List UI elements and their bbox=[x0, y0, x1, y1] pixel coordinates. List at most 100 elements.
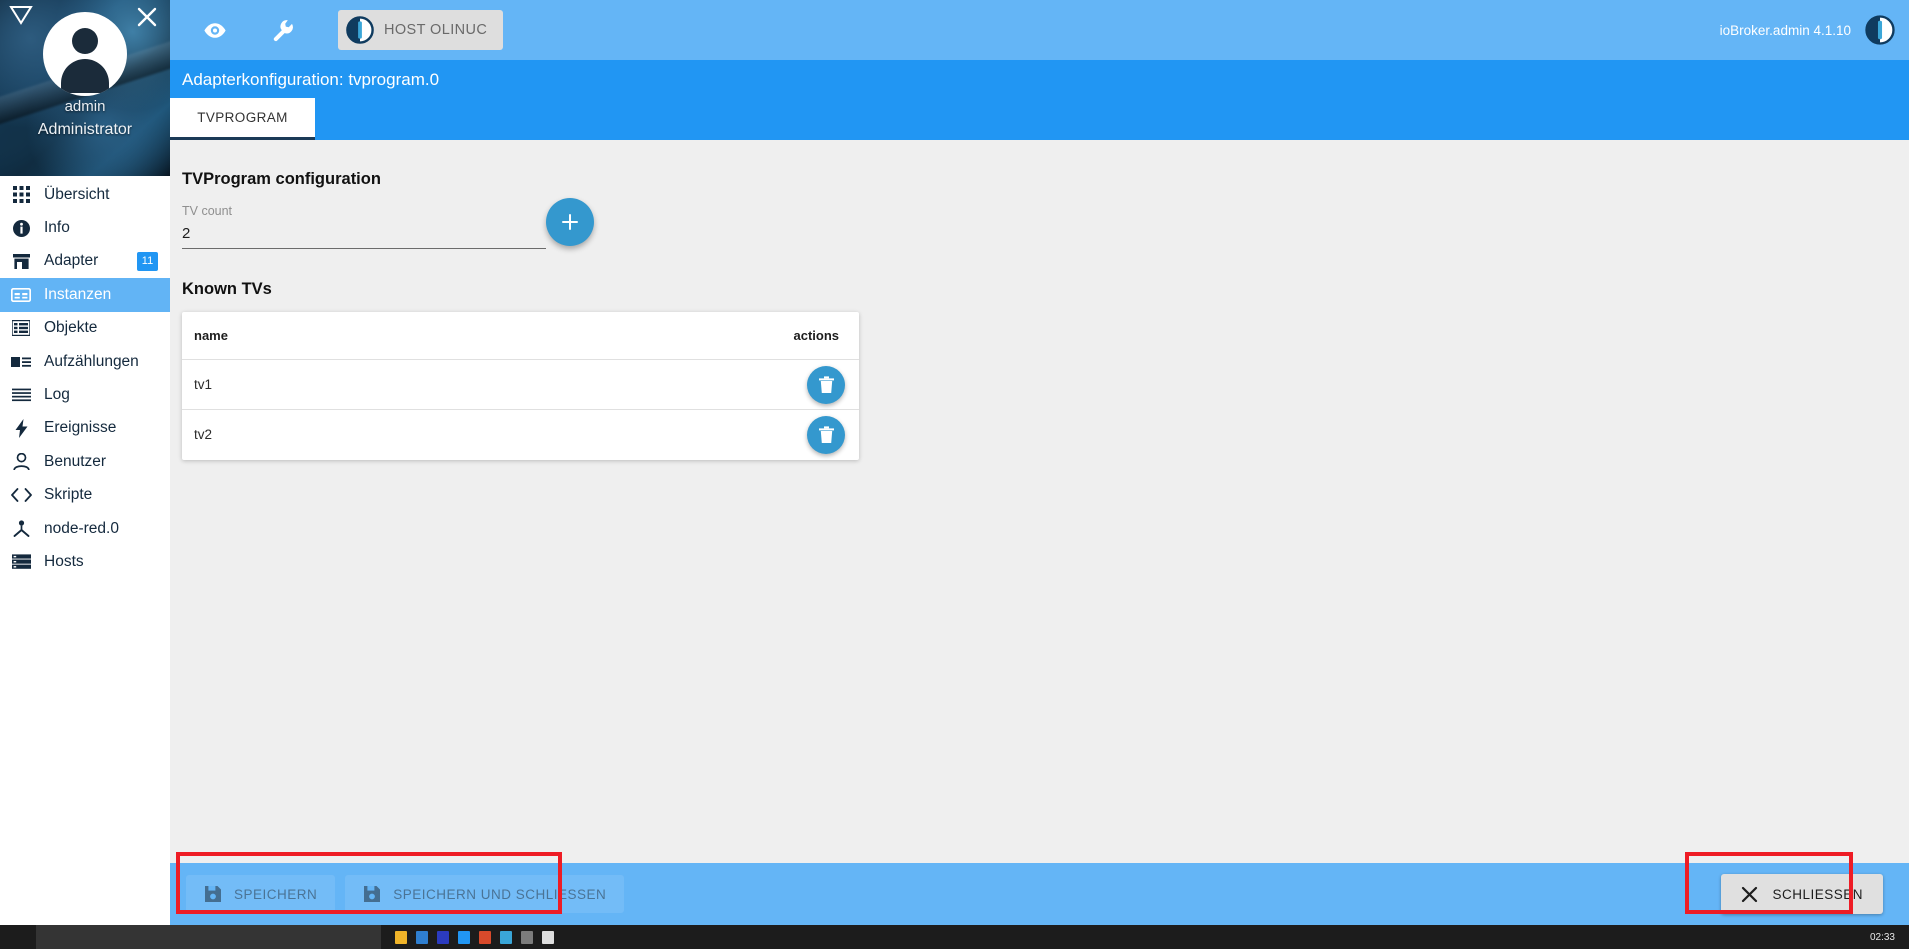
sidebar-item-skripte[interactable]: Skripte bbox=[0, 479, 170, 512]
tray-icon-1[interactable] bbox=[395, 930, 407, 944]
column-header-name: name bbox=[182, 312, 472, 360]
tv-count-input[interactable] bbox=[182, 225, 546, 249]
trash-icon bbox=[818, 426, 834, 443]
plus-icon bbox=[562, 214, 578, 230]
save-and-close-button[interactable]: SPEICHERN UND SCHLIESSEN bbox=[345, 875, 625, 913]
tv-count-row: TV count bbox=[182, 198, 1909, 260]
user-role: Administrator bbox=[37, 121, 133, 138]
sidebar-item-label: Adapter bbox=[44, 252, 99, 270]
column-header-actions: actions bbox=[471, 312, 859, 360]
close-button[interactable]: SCHLIESSEN bbox=[1721, 874, 1883, 914]
admin-version-label: ioBroker.admin 4.1.10 bbox=[1719, 22, 1851, 38]
wrench-icon[interactable] bbox=[260, 7, 306, 53]
avatar[interactable] bbox=[43, 12, 127, 96]
sidebar-item-label: Hosts bbox=[44, 552, 84, 570]
sidebar-item-label: Instanzen bbox=[44, 285, 112, 303]
tab-strip: TVPROGRAM bbox=[170, 98, 315, 140]
sidebar-item-benutzer[interactable]: Benutzer bbox=[0, 445, 170, 478]
add-tv-button[interactable] bbox=[546, 198, 594, 246]
sidebar-item-instanzen[interactable]: Instanzen bbox=[0, 278, 170, 312]
table-row[interactable]: tv1 bbox=[182, 359, 859, 410]
sidebar-item-hosts[interactable]: Hosts bbox=[0, 545, 170, 578]
sidebar-item-label: Info bbox=[44, 219, 70, 237]
system-tray bbox=[395, 930, 554, 944]
sidebar-item-label: Aufzählungen bbox=[44, 352, 139, 370]
row-actions bbox=[472, 410, 859, 460]
sidebar-item-label: Übersicht bbox=[44, 185, 110, 203]
taskbar-clock: 02:33 bbox=[1869, 931, 1895, 943]
code-icon bbox=[8, 484, 34, 506]
eye-icon[interactable] bbox=[192, 7, 238, 53]
adapter-config-dialog: Adapterkonfiguration: tvprogram.0 TVPROG… bbox=[170, 60, 1909, 925]
sidebar-item-objekte[interactable]: Objekte bbox=[0, 312, 170, 345]
sidebar-item-uebersicht[interactable]: Übersicht bbox=[0, 178, 170, 211]
bolt-icon bbox=[8, 417, 34, 439]
person-icon bbox=[8, 451, 34, 473]
tray-icon-2[interactable] bbox=[416, 930, 428, 944]
adapter-count-badge: 11 bbox=[137, 251, 158, 271]
iobroker-triangle-icon bbox=[9, 6, 33, 25]
sidebar-item-label: node-red.0 bbox=[44, 519, 119, 537]
footer-left-buttons: SPEICHERN SPEICHERN UND SCHLIESSEN bbox=[186, 875, 625, 913]
sidebar-item-label: Skripte bbox=[44, 486, 93, 504]
tv-name-cell: tv1 bbox=[182, 359, 472, 410]
tray-icon-4[interactable] bbox=[458, 930, 470, 944]
host-selector-chip[interactable]: HOST OLINUC bbox=[338, 10, 504, 50]
table-header-row: name actions bbox=[182, 312, 859, 360]
footer-right-buttons: SCHLIESSEN bbox=[1721, 874, 1883, 914]
save-button-label: SPEICHERN bbox=[234, 886, 318, 902]
table-row[interactable]: tv2 bbox=[182, 410, 859, 460]
tray-icon-8[interactable] bbox=[542, 930, 554, 944]
sidebar-item-adapter[interactable]: Adapter 11 bbox=[0, 245, 170, 278]
sidebar-item-label: Benutzer bbox=[44, 452, 107, 470]
trash-icon bbox=[818, 375, 834, 393]
iobroker-logo-icon bbox=[346, 16, 374, 44]
save-and-close-button-label: SPEICHERN UND SCHLIESSEN bbox=[393, 886, 607, 902]
save-button[interactable]: SPEICHERN bbox=[186, 875, 336, 913]
log-lines-icon bbox=[8, 384, 34, 406]
sidebar-item-label: Log bbox=[44, 386, 70, 404]
os-taskbar: 02:33 bbox=[0, 925, 1909, 949]
tray-icon-7[interactable] bbox=[521, 930, 533, 944]
info-icon bbox=[8, 217, 34, 239]
tray-icon-6[interactable] bbox=[500, 930, 512, 944]
sidebar-item-log[interactable]: Log bbox=[0, 378, 170, 411]
close-button-label: SCHLIESSEN bbox=[1772, 886, 1863, 902]
toolbar-right-group: ioBroker.admin 4.1.10 bbox=[1720, 0, 1895, 60]
screen: admin Administrator Übersicht Info Adapt… bbox=[0, 0, 1909, 949]
config-title: Adapterkonfiguration: tvprogram.0 bbox=[182, 70, 440, 89]
sidebar-item-label: Ereignisse bbox=[44, 419, 117, 437]
host-chip-label: HOST OLINUC bbox=[384, 22, 488, 38]
known-tvs-table: name actions tv1 tv2 bbox=[182, 312, 859, 460]
delete-tv-button[interactable] bbox=[807, 365, 845, 404]
grid-icon bbox=[8, 184, 34, 206]
store-icon bbox=[8, 250, 34, 272]
app-area: HOST OLINUC ioBroker.admin 4.1.10 Adapte… bbox=[170, 0, 1909, 925]
config-header: Adapterkonfiguration: tvprogram.0 TVPROG… bbox=[170, 60, 1909, 140]
config-body: TVProgram configuration TV count Known bbox=[170, 140, 1909, 863]
taskbar-window-button[interactable] bbox=[36, 925, 381, 949]
sidebar-item-info[interactable]: Info bbox=[0, 211, 170, 244]
iobroker-logo-icon[interactable] bbox=[1865, 15, 1895, 45]
sidebar-item-node-red[interactable]: node-red.0 bbox=[0, 512, 170, 545]
known-tvs-title: Known TVs bbox=[182, 280, 272, 298]
sidebar-item-aufzaehlungen[interactable]: Aufzählungen bbox=[0, 345, 170, 378]
delete-tv-button[interactable] bbox=[807, 415, 845, 454]
tv-name-cell: tv2 bbox=[194, 427, 213, 443]
list-icon bbox=[8, 317, 34, 339]
node-red-icon bbox=[8, 518, 34, 540]
sidebar: admin Administrator Übersicht Info Adapt… bbox=[0, 0, 170, 925]
top-toolbar: HOST OLINUC ioBroker.admin 4.1.10 bbox=[170, 0, 1909, 60]
tray-icon-3[interactable] bbox=[437, 930, 449, 944]
sidebar-nav: Übersicht Info Adapter 11 Instanzen Obje… bbox=[0, 176, 170, 579]
save-icon bbox=[204, 885, 222, 903]
close-icon[interactable] bbox=[134, 4, 160, 30]
user-name: admin bbox=[64, 98, 106, 115]
tv-count-field: TV count bbox=[182, 204, 546, 249]
enum-icon bbox=[8, 351, 34, 373]
tv-count-label: TV count bbox=[182, 204, 233, 218]
sidebar-item-label: Objekte bbox=[44, 319, 98, 337]
tab-tvprogram[interactable]: TVPROGRAM bbox=[170, 98, 315, 140]
tray-icon-5[interactable] bbox=[479, 930, 491, 944]
sidebar-item-ereignisse[interactable]: Ereignisse bbox=[0, 412, 170, 445]
